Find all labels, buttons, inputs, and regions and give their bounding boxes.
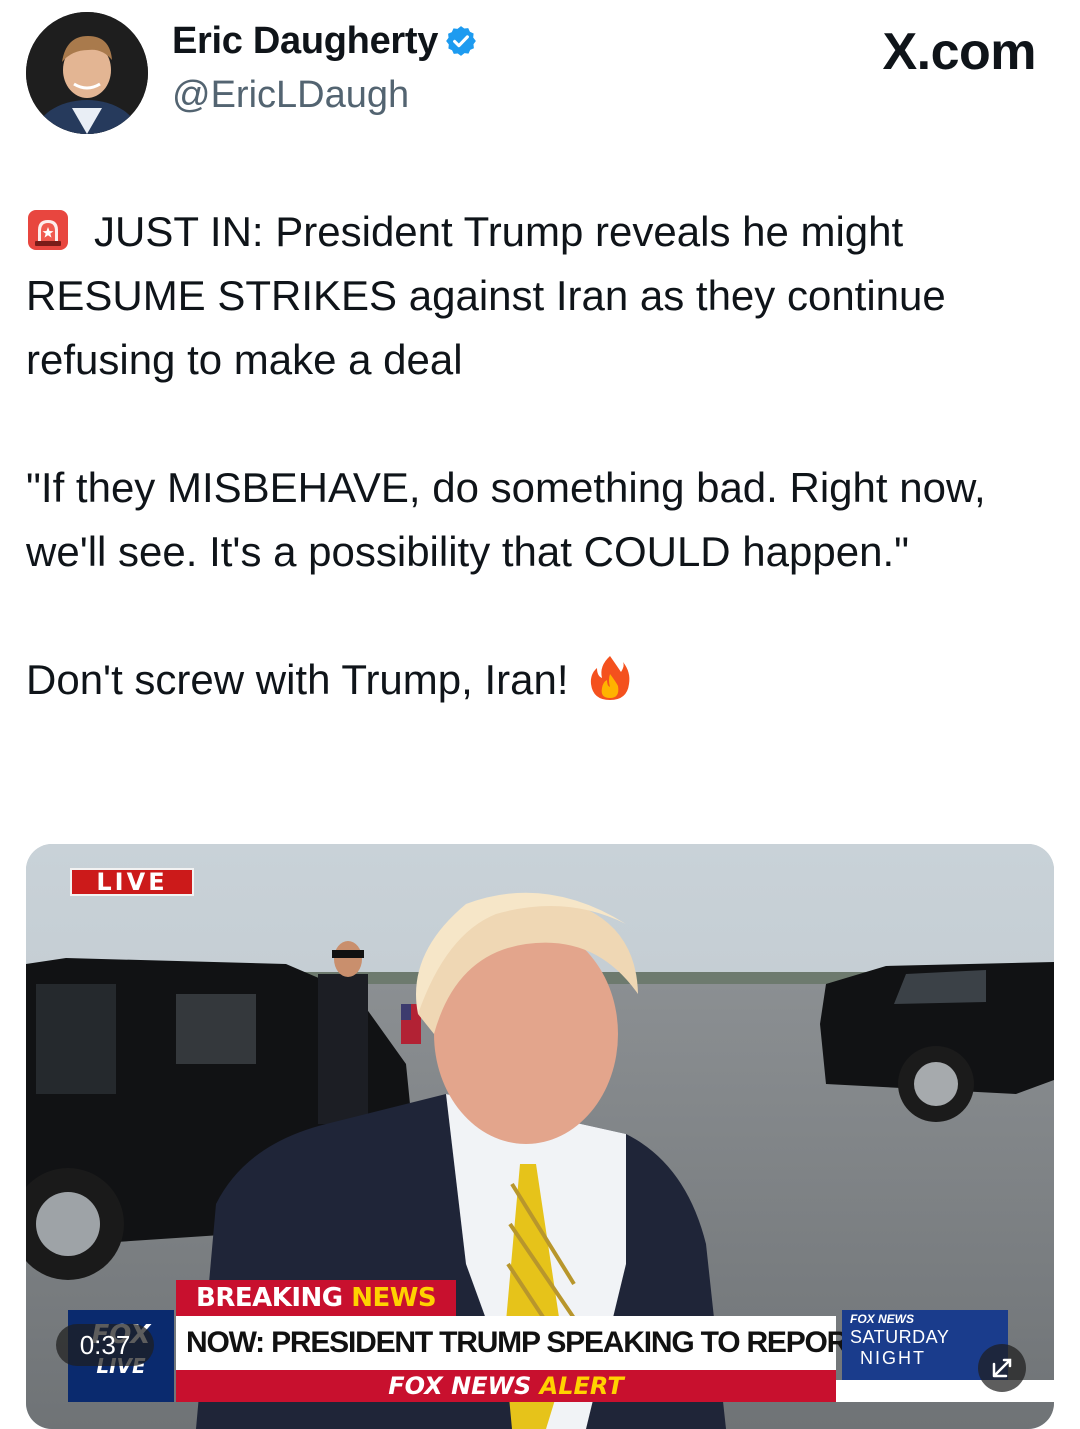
live-badge: LIVE	[70, 868, 194, 896]
fullscreen-button[interactable]	[978, 1344, 1026, 1392]
post-text: JUST IN: President Trump reveals he migh…	[26, 200, 1046, 712]
post-paragraph-3-text: Don't screw with Trump, Iran!	[26, 656, 569, 703]
author-avatar[interactable]	[26, 12, 148, 134]
breaking-label-text: BREAKING	[196, 1283, 343, 1313]
breaking-label-accent: NEWS	[342, 1283, 437, 1313]
video-timestamp: 0:37	[56, 1324, 154, 1366]
post-paragraph-2: "If they MISBEHAVE, do something bad. Ri…	[26, 464, 986, 575]
video-player[interactable]: LIVE BREAKING NEWS NOW: PRESIDENT TRUMP …	[26, 844, 1054, 1429]
chyron-headline: NOW: PRESIDENT TRUMP SPEAKING TO REPORTE…	[176, 1316, 924, 1370]
author-handle[interactable]: @EricLDaugh	[172, 74, 409, 117]
breaking-news-label: BREAKING NEWS	[176, 1280, 456, 1316]
post-paragraph-1-text: JUST IN: President Trump reveals he migh…	[26, 208, 946, 383]
alert-bar: FOX NEWS ALERT	[176, 1370, 836, 1402]
show-network: FOX NEWS	[850, 1312, 915, 1326]
expand-icon	[992, 1358, 1012, 1378]
alert-prefix: FOX NEWS	[388, 1372, 540, 1400]
fire-icon	[590, 656, 629, 700]
alert-accent: ALERT	[539, 1372, 624, 1400]
author-name-text: Eric Daugherty	[172, 20, 439, 62]
verified-badge-icon	[446, 26, 476, 56]
post-paragraph-1: JUST IN: President Trump reveals he migh…	[26, 200, 1046, 392]
profile-photo-icon	[26, 12, 148, 134]
post-paragraph-3: Don't screw with Trump, Iran!	[26, 648, 1046, 712]
site-watermark: X.com	[882, 23, 1036, 81]
police-siren-icon	[28, 210, 68, 250]
post-header: Eric Daugherty @EricLDaugh X.com	[0, 0, 1080, 150]
author-name[interactable]: Eric Daugherty	[172, 20, 478, 63]
